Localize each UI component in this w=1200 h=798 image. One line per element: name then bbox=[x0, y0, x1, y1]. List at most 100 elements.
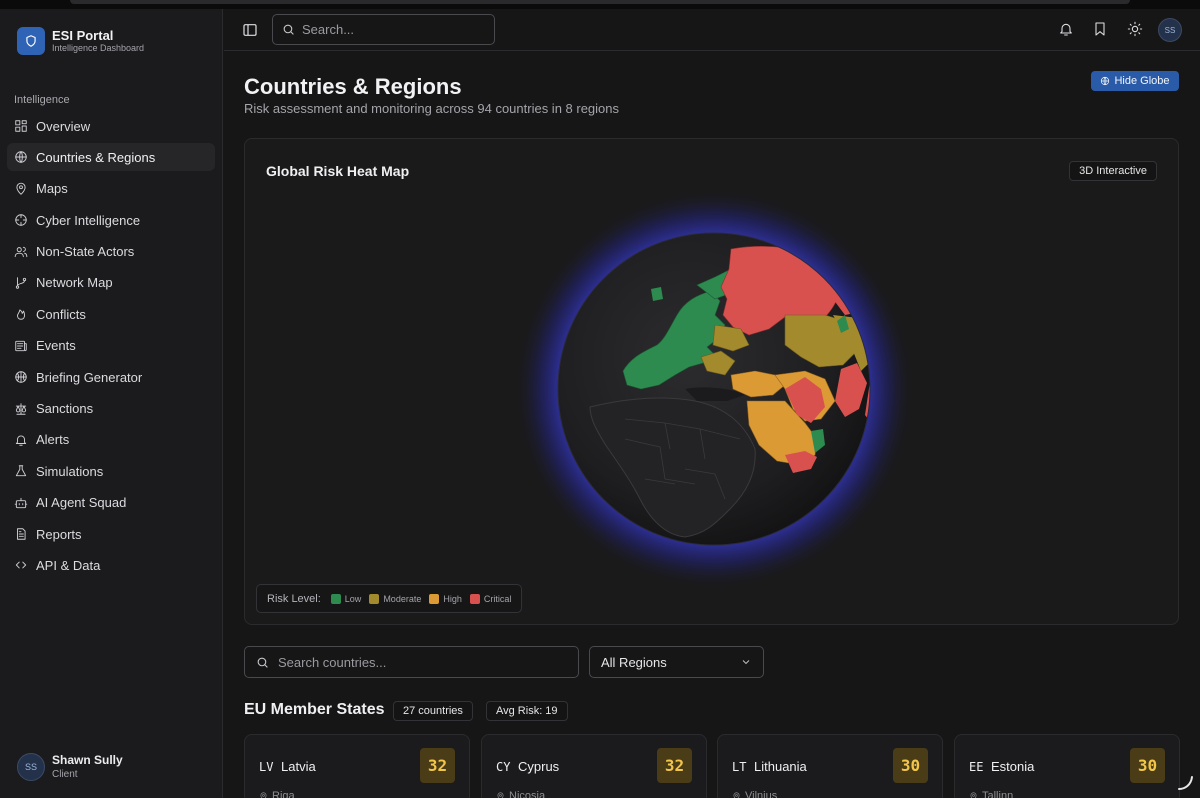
grid-icon bbox=[14, 119, 28, 133]
avatar[interactable]: SS bbox=[1158, 18, 1182, 42]
legend-label: Risk Level: bbox=[267, 592, 321, 605]
risk-score-badge: 32 bbox=[657, 748, 692, 783]
shield-icon bbox=[17, 27, 45, 55]
sidebar-item-countries-regions[interactable]: Countries & Regions bbox=[7, 143, 215, 172]
sidebar-item-reports[interactable]: Reports bbox=[7, 520, 215, 548]
sidebar-item-label: Overview bbox=[36, 118, 91, 134]
capital: Nicosia bbox=[496, 790, 545, 798]
bell-icon[interactable] bbox=[1058, 21, 1074, 37]
region-select-value: All Regions bbox=[601, 654, 667, 670]
sidebar-item-label: Alerts bbox=[36, 432, 70, 448]
legend-item: High bbox=[429, 593, 462, 604]
capital: Tallinn bbox=[969, 790, 1013, 798]
bot-icon bbox=[14, 496, 28, 510]
risk-globe[interactable] bbox=[245, 139, 1180, 626]
map-pin-icon bbox=[14, 182, 28, 196]
capital: Riga bbox=[259, 790, 295, 798]
sidebar-item-label: Non-State Actors bbox=[36, 244, 135, 260]
sidebar-item-conflicts[interactable]: Conflicts bbox=[7, 300, 215, 328]
window-top-strip bbox=[0, 0, 1200, 9]
sidebar-item-sanctions[interactable]: Sanctions bbox=[7, 395, 215, 423]
risk-score-badge: 32 bbox=[420, 748, 455, 783]
legend-item-label: High bbox=[443, 593, 462, 604]
brand-subtitle: Intelligence Dashboard bbox=[52, 43, 145, 53]
country-code: EE bbox=[969, 760, 984, 774]
sidebar-item-cyber-intelligence[interactable]: Cyber Intelligence bbox=[7, 206, 215, 234]
git-branch-icon bbox=[14, 276, 28, 290]
country-card[interactable]: CY Cyprus 32 Nicosia bbox=[481, 734, 707, 798]
legend-item: Low bbox=[330, 593, 362, 604]
group-title: EU Member States bbox=[244, 701, 385, 718]
sidebar-item-maps[interactable]: Maps bbox=[7, 175, 215, 203]
sidebar: ESI Portal Intelligence Dashboard Intell… bbox=[0, 9, 223, 798]
country-code: CY bbox=[496, 760, 511, 774]
country-card[interactable]: LT Lithuania 30 Vilnius bbox=[717, 734, 943, 798]
bookmark-icon[interactable] bbox=[1092, 21, 1108, 37]
chevron-down-icon bbox=[742, 660, 750, 665]
sidebar-item-label: API & Data bbox=[36, 557, 101, 573]
sidebar-item-label: Countries & Regions bbox=[36, 149, 156, 165]
sidebar-item-ai-agent-squad[interactable]: AI Agent Squad bbox=[7, 489, 215, 517]
sidebar-item-label: AI Agent Squad bbox=[36, 495, 127, 511]
region-select[interactable]: All Regions bbox=[589, 646, 764, 678]
sidebar-item-label: Maps bbox=[36, 181, 68, 197]
newspaper-icon bbox=[14, 339, 28, 353]
sidebar-toggle-icon[interactable] bbox=[242, 22, 258, 38]
country-name: Lithuania bbox=[754, 759, 807, 774]
search-icon bbox=[257, 657, 268, 668]
interactive-badge: 3D Interactive bbox=[1069, 161, 1157, 181]
sidebar-section-label: Intelligence bbox=[14, 94, 70, 106]
sidebar-item-label: Reports bbox=[36, 526, 82, 542]
country-card[interactable]: EE Estonia 30 Tallinn bbox=[954, 734, 1180, 798]
sidebar-item-simulations[interactable]: Simulations bbox=[7, 457, 215, 485]
search-input[interactable] bbox=[302, 22, 472, 37]
capital: Vilnius bbox=[732, 790, 777, 798]
sidebar-item-non-state-actors[interactable]: Non-State Actors bbox=[7, 238, 215, 266]
globe-icon bbox=[14, 150, 28, 164]
country-search[interactable] bbox=[244, 646, 579, 678]
scale-icon bbox=[14, 402, 28, 416]
avg-risk-badge: Avg Risk: 19 bbox=[486, 701, 568, 721]
page-title: Countries & Regions bbox=[244, 74, 462, 99]
user-profile[interactable]: SS Shawn Sully Client bbox=[17, 753, 123, 781]
sidebar-item-label: Sanctions bbox=[36, 401, 94, 417]
country-name: Cyprus bbox=[518, 759, 560, 774]
hide-globe-button[interactable]: Hide Globe bbox=[1091, 71, 1179, 91]
country-code: LV bbox=[259, 760, 274, 774]
legend-item-label: Low bbox=[344, 593, 362, 604]
legend-swatch bbox=[369, 593, 380, 604]
map-pin-icon bbox=[970, 791, 977, 798]
legend-swatch bbox=[429, 593, 440, 604]
sidebar-item-briefing-generator[interactable]: Briefing Generator bbox=[7, 363, 215, 391]
sidebar-item-label: Simulations bbox=[36, 463, 104, 479]
brand[interactable]: ESI Portal Intelligence Dashboard bbox=[17, 27, 144, 55]
sidebar-item-label: Briefing Generator bbox=[36, 369, 143, 385]
sun-icon[interactable] bbox=[1127, 21, 1143, 37]
global-search[interactable] bbox=[272, 14, 495, 45]
sidebar-item-events[interactable]: Events bbox=[7, 332, 215, 360]
sidebar-item-api-data[interactable]: API & Data bbox=[7, 551, 215, 579]
sidebar-item-network-map[interactable]: Network Map bbox=[7, 269, 215, 297]
avatar: SS bbox=[17, 753, 45, 781]
page-subtitle: Risk assessment and monitoring across 94… bbox=[244, 101, 620, 116]
brand-title: ESI Portal bbox=[52, 28, 114, 43]
sidebar-nav: Overview Countries & Regions Maps Cyber Int… bbox=[7, 112, 215, 583]
risk-legend: Risk Level: Low Moderate High Critical bbox=[256, 584, 523, 613]
map-pin-icon bbox=[733, 791, 740, 798]
country-search-input[interactable] bbox=[278, 654, 558, 670]
sidebar-item-alerts[interactable]: Alerts bbox=[7, 426, 215, 454]
map-pin-icon bbox=[497, 791, 504, 798]
country-code: LT bbox=[732, 760, 747, 774]
legend-swatch bbox=[330, 593, 341, 604]
sidebar-item-label: Conflicts bbox=[36, 306, 86, 322]
risk-heat-map-card: Global Risk Heat Map 3D Interactive Risk… bbox=[244, 138, 1179, 625]
user-name: Shawn Sully bbox=[52, 753, 123, 767]
users-icon bbox=[14, 245, 28, 259]
flask-icon bbox=[14, 464, 28, 478]
sidebar-item-overview[interactable]: Overview bbox=[7, 112, 215, 140]
capital-name: Tallinn bbox=[982, 790, 1014, 798]
window-chrome-bar bbox=[70, 0, 1130, 4]
country-card[interactable]: LV Latvia 32 Riga bbox=[244, 734, 470, 798]
flame-icon bbox=[14, 307, 28, 321]
capital-name: Riga bbox=[272, 790, 295, 798]
